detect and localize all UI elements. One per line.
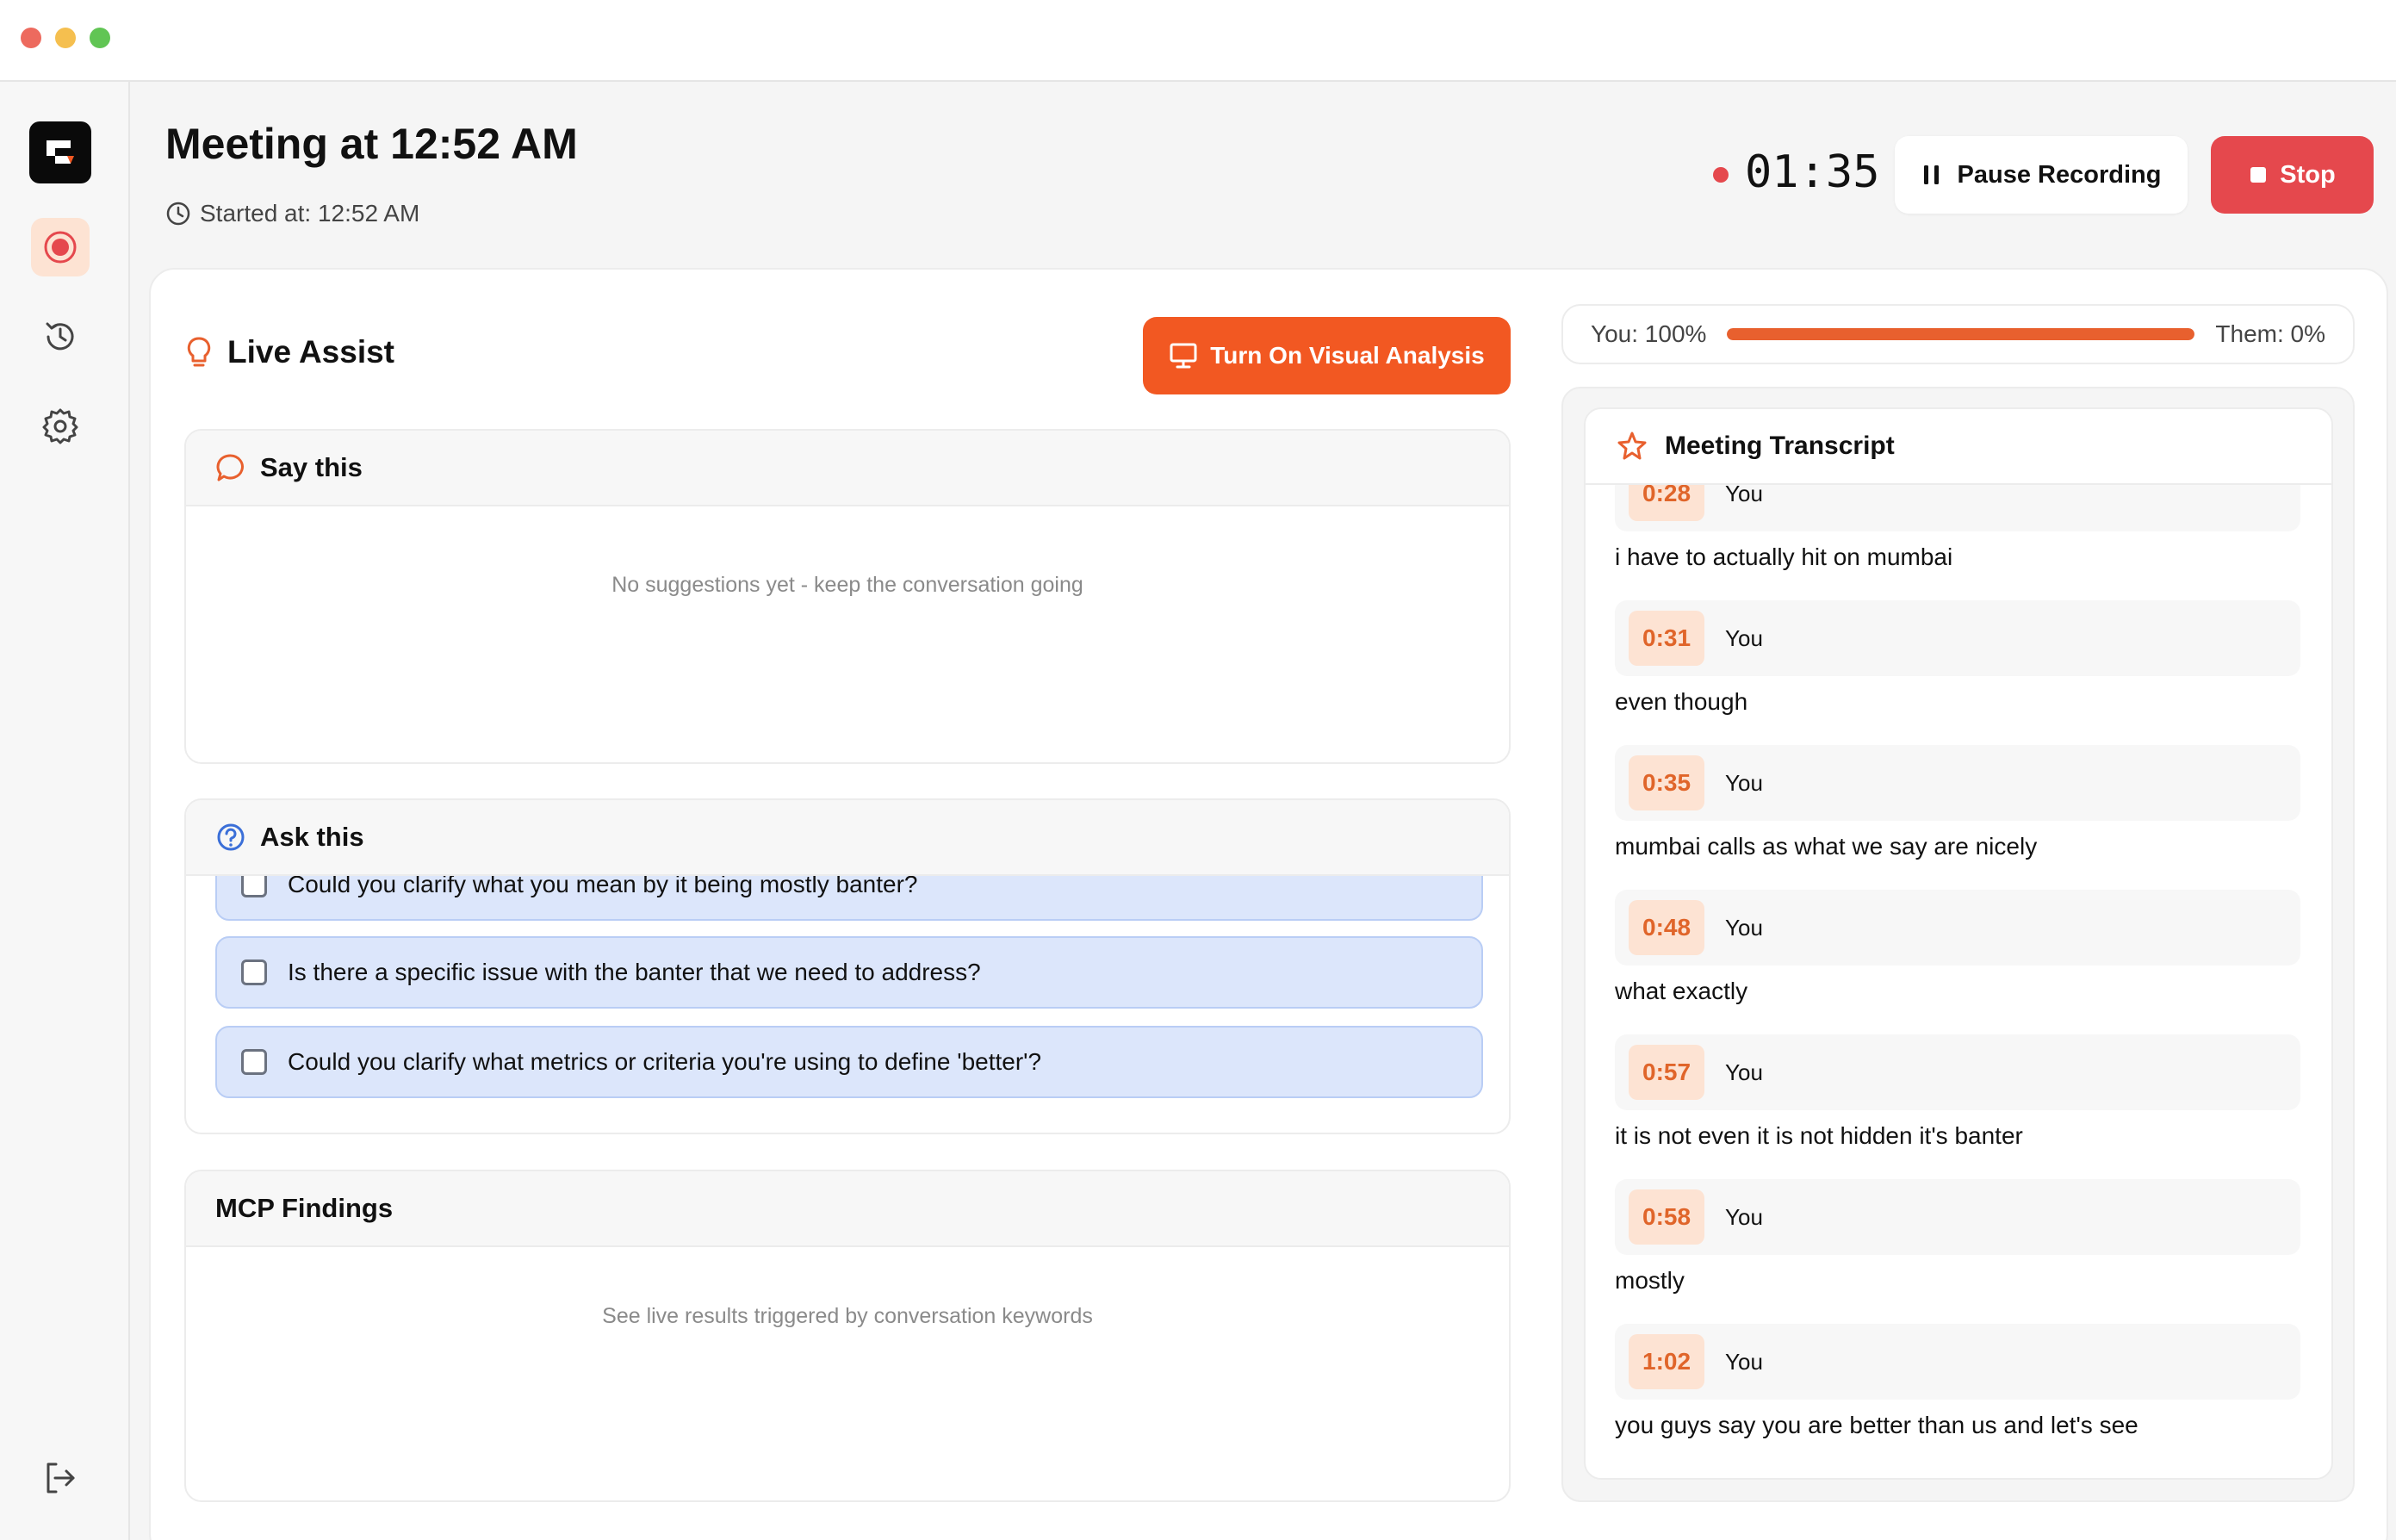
page-title: Meeting at 12:52 AM: [165, 120, 578, 168]
star-icon: [1617, 432, 1647, 460]
transcript-timestamp[interactable]: 0:31: [1629, 611, 1705, 666]
started-at-label: Started at: 12:52 AM: [200, 200, 420, 227]
ask-this-header: Ask this: [186, 800, 1509, 876]
question-checkbox[interactable]: [241, 876, 267, 897]
recording-indicator: [1713, 167, 1729, 183]
say-this-header: Say this: [186, 431, 1509, 506]
question-item[interactable]: Is there a specific issue with the bante…: [215, 936, 1483, 1009]
transcript-header: Meeting Transcript: [1586, 409, 2331, 485]
clock-icon: [166, 202, 190, 226]
chat-bubble-icon: [216, 454, 244, 481]
say-this-title: Say this: [260, 452, 363, 482]
record-icon: [44, 231, 77, 264]
talk-ratio-track: [1727, 328, 2195, 340]
ask-this-title: Ask this: [260, 822, 364, 852]
transcript-text: mostly: [1615, 1267, 1685, 1294]
mcp-findings-empty-message: See live results triggered by conversati…: [602, 1304, 1093, 1328]
pause-recording-label: Pause Recording: [1957, 160, 2162, 189]
transcript-timestamp[interactable]: 0:58: [1629, 1189, 1705, 1245]
question-checkbox[interactable]: [241, 1049, 267, 1075]
sidebar: [0, 82, 130, 1540]
transcript-timestamp[interactable]: 0:28: [1629, 485, 1705, 521]
transcript-timestamp[interactable]: 0:48: [1629, 900, 1705, 955]
stop-button[interactable]: Stop: [2211, 136, 2374, 214]
mcp-findings-panel: MCP Findings See live results triggered …: [184, 1170, 1511, 1502]
transcript-entry: 1:02 You: [1615, 1324, 2300, 1400]
mcp-findings-header: MCP Findings: [186, 1171, 1509, 1247]
transcript-entry: 0:48 You: [1615, 890, 2300, 966]
transcript-speaker: You: [1725, 1203, 1763, 1230]
transcript-text: even though: [1615, 688, 1748, 715]
question-text: Is there a specific issue with the bante…: [288, 959, 981, 985]
transcript-speaker: You: [1725, 624, 1763, 651]
them-ratio-label: Them: 0%: [2215, 320, 2325, 347]
stop-label: Stop: [2280, 160, 2336, 189]
recording-timer: 01:35: [1745, 146, 1880, 198]
transcript-text: i have to actually hit on mumbai: [1615, 543, 1953, 570]
sidebar-item-record[interactable]: [31, 218, 90, 276]
say-this-empty-message: No suggestions yet - keep the conversati…: [611, 573, 1083, 597]
sidebar-item-history[interactable]: [31, 307, 90, 366]
say-this-panel: Say this No suggestions yet - keep the c…: [184, 429, 1511, 764]
transcript-title: Meeting Transcript: [1665, 432, 1895, 460]
logout-button[interactable]: [31, 1449, 90, 1507]
stop-icon: [2250, 167, 2267, 183]
minimize-window-button[interactable]: [55, 28, 76, 48]
ask-this-panel: Ask this Could you clarify what you mean…: [184, 798, 1511, 1134]
transcript-timestamp[interactable]: 0:35: [1629, 755, 1705, 810]
pause-icon: [1923, 165, 1939, 184]
history-icon: [46, 322, 74, 351]
transcript-timestamp[interactable]: 1:02: [1629, 1334, 1705, 1389]
transcript-list[interactable]: 0:28 You i have to actually hit on mumbai 0…: [1586, 485, 2331, 1478]
visual-analysis-label: Turn On Visual Analysis: [1210, 342, 1485, 369]
mcp-findings-title: MCP Findings: [215, 1193, 394, 1223]
maximize-window-button[interactable]: [90, 28, 110, 48]
transcript-timestamp[interactable]: 0:57: [1629, 1045, 1705, 1100]
transcript-text: it is not even it is not hidden it's ban…: [1615, 1122, 2023, 1149]
transcript-entry: 0:31 You: [1615, 600, 2300, 676]
live-assist-header: Live Assist: [184, 334, 394, 370]
app-logo-icon: [47, 140, 74, 164]
question-checkbox[interactable]: [241, 959, 267, 985]
transcript-entry: 0:57 You: [1615, 1034, 2300, 1110]
transcript-card: Meeting Transcript 0:28 You i have to actu…: [1584, 407, 2333, 1480]
transcript-speaker: You: [1725, 914, 1763, 941]
transcript-entry: 0:35 You: [1615, 745, 2300, 821]
transcript-text: you guys say you are better than us and …: [1615, 1412, 2138, 1438]
started-at: Started at: 12:52 AM: [165, 200, 419, 227]
question-text: Could you clarify what you mean by it be…: [288, 876, 918, 897]
talk-ratio-bar: You: 100% Them: 0%: [1561, 304, 2355, 364]
live-assist-title: Live Assist: [227, 334, 394, 369]
transcript-text: what exactly: [1615, 978, 1748, 1004]
window-titlebar: [0, 0, 2396, 82]
you-ratio-label: You: 100%: [1591, 320, 1707, 347]
transcript-speaker: You: [1725, 1348, 1763, 1375]
transcript-entry: 0:28 You: [1615, 485, 2300, 531]
transcript-speaker: You: [1725, 485, 1763, 506]
transcript-speaker: You: [1725, 1059, 1763, 1085]
question-text: Could you clarify what metrics or criter…: [288, 1048, 1042, 1075]
settings-icon: [42, 408, 78, 444]
transcript-text: mumbai calls as what we say are nicely: [1615, 833, 2038, 860]
visual-analysis-button[interactable]: Turn On Visual Analysis: [1143, 317, 1511, 394]
question-item[interactable]: Could you clarify what metrics or criter…: [215, 1026, 1483, 1098]
transcript-speaker: You: [1725, 769, 1763, 796]
ask-this-list: Could you clarify what you mean by it be…: [186, 876, 1509, 1133]
lightbulb-icon: [187, 337, 211, 367]
help-circle-icon: [217, 823, 245, 851]
app-logo[interactable]: [29, 121, 91, 183]
transcript-entry: 0:58 You: [1615, 1179, 2300, 1255]
question-item[interactable]: Could you clarify what you mean by it be…: [215, 876, 1483, 921]
monitor-icon: [1170, 343, 1197, 369]
sidebar-item-settings[interactable]: [31, 397, 90, 456]
talk-ratio-fill: [1727, 328, 2195, 340]
pause-recording-button[interactable]: Pause Recording: [1895, 136, 2188, 214]
logout-icon: [47, 1462, 75, 1493]
close-window-button[interactable]: [21, 28, 41, 48]
